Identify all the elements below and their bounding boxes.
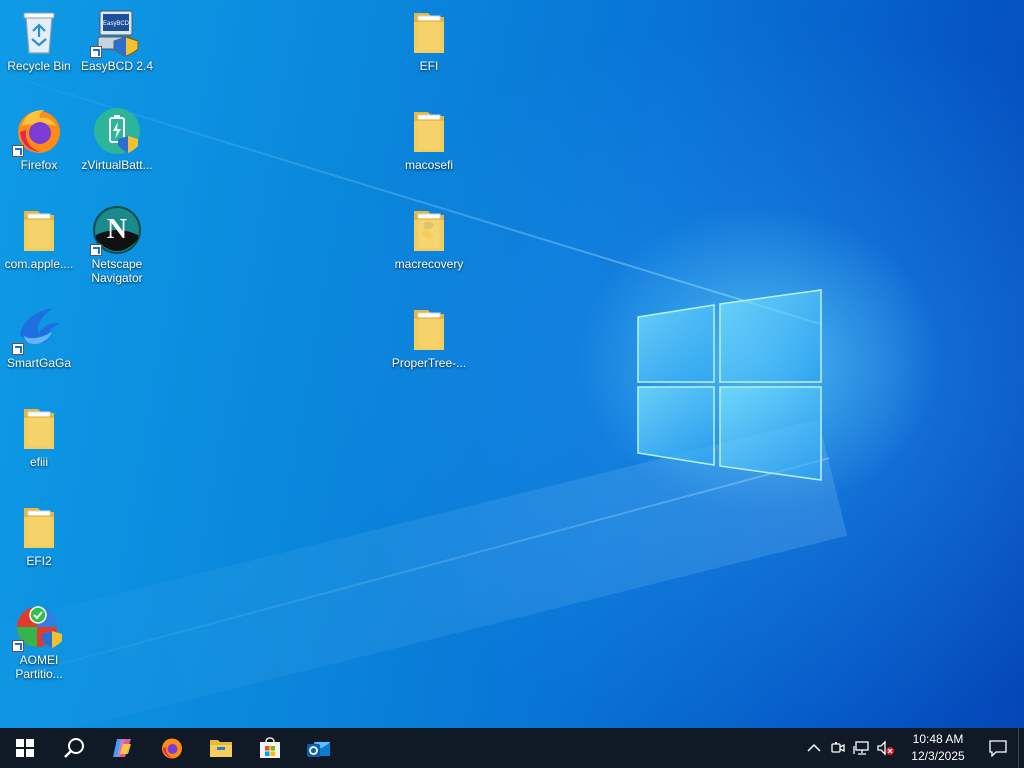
search-button[interactable] xyxy=(49,728,98,768)
desktop-icon-label: Netscape Navigator xyxy=(91,257,143,285)
desktop-icon-label: AOMEI Partitio... xyxy=(15,653,63,681)
desktop-icon-label: Recycle Bin xyxy=(7,59,71,73)
desktop-icon-label: efiii xyxy=(29,455,48,469)
desktop-icon-macrecovery-folder[interactable]: macrecovery xyxy=(391,205,467,271)
desktop-icon-macosefi-folder[interactable]: macosefi xyxy=(391,106,467,172)
windows-wallpaper-logo xyxy=(637,289,822,481)
desktop-icon-label: macrecovery xyxy=(394,257,464,271)
recycle-bin-icon xyxy=(14,7,64,57)
clock-time: 10:48 AM xyxy=(912,732,964,746)
netscape-icon: N xyxy=(90,205,142,256)
battery-app-icon xyxy=(92,106,142,156)
file-explorer-button[interactable] xyxy=(196,728,245,768)
desktop-icon-efi-folder[interactable]: EFI xyxy=(391,7,467,73)
microsoft-store-icon xyxy=(259,737,280,758)
action-center-icon xyxy=(989,740,1007,757)
outlook-icon xyxy=(306,742,330,757)
show-desktop-button[interactable] xyxy=(1018,728,1024,768)
taskbar-firefox-button[interactable] xyxy=(147,728,196,768)
desktop-icon-efiii-folder[interactable]: efiii xyxy=(1,403,77,469)
meet-now-icon xyxy=(831,742,845,753)
microsoft-store-button[interactable] xyxy=(245,728,294,768)
start-button[interactable] xyxy=(0,728,49,768)
firefox-icon xyxy=(12,106,64,157)
copilot-icon xyxy=(112,739,131,757)
volume-muted-icon xyxy=(877,740,894,756)
desktop-icon-label: macosefi xyxy=(404,158,454,172)
easybcd-icon: EasyBCD xyxy=(90,7,142,58)
folder-icon xyxy=(404,7,454,57)
folder-icon xyxy=(14,205,64,255)
desktop-icon-label: Firefox xyxy=(20,158,58,172)
desktop-icon-label: zVirtualBatt... xyxy=(81,158,153,172)
desktop-icon-label: EFI xyxy=(419,59,439,73)
show-hidden-icons-button[interactable] xyxy=(802,728,826,768)
aomei-icon xyxy=(12,601,64,652)
file-explorer-icon xyxy=(209,740,232,757)
clock-button[interactable]: 10:48 AM 12/3/2025 xyxy=(902,731,974,765)
desktop[interactable]: Recycle Bin EasyBCD EasyBCD 2.4 EFI Fire… xyxy=(0,0,1024,728)
clock-date: 12/3/2025 xyxy=(911,749,965,763)
shortcut-arrow-icon xyxy=(90,244,102,256)
desktop-icon-label: ProperTree-... xyxy=(391,356,467,370)
shortcut-arrow-icon xyxy=(12,640,24,652)
volume-button[interactable] xyxy=(874,728,898,768)
desktop-icon-easybcd[interactable]: EasyBCD EasyBCD 2.4 xyxy=(79,7,155,73)
desktop-icon-efi2-folder[interactable]: EFI2 xyxy=(1,502,77,568)
firefox-icon xyxy=(161,738,182,759)
folder-icon xyxy=(404,304,454,354)
system-tray: 10:48 AM 12/3/2025 xyxy=(802,728,1024,768)
copilot-button[interactable] xyxy=(98,728,147,768)
svg-text:EasyBCD: EasyBCD xyxy=(103,21,130,27)
start-icon xyxy=(15,739,34,757)
desktop-icon-recycle-bin[interactable]: Recycle Bin xyxy=(1,7,77,73)
taskbar: 10:48 AM 12/3/2025 xyxy=(0,728,1024,768)
desktop-icon-label: SmartGaGa xyxy=(6,356,72,370)
desktop-icon-label: EasyBCD 2.4 xyxy=(80,59,154,73)
action-center-button[interactable] xyxy=(978,728,1018,768)
desktop-icon-com-apple-folder[interactable]: com.apple.... xyxy=(1,205,77,271)
desktop-icon-zvirtualbattery[interactable]: zVirtualBatt... xyxy=(79,106,155,172)
network-icon xyxy=(853,741,869,755)
desktop-icon-label: EFI2 xyxy=(26,554,52,568)
shortcut-arrow-icon xyxy=(90,46,102,58)
desktop-icon-smartgaga[interactable]: SmartGaGa xyxy=(1,304,77,370)
desktop-icon-propertree-folder[interactable]: ProperTree-... xyxy=(391,304,467,370)
shortcut-arrow-icon xyxy=(12,145,24,157)
meet-now-button[interactable] xyxy=(826,728,850,768)
shortcut-arrow-icon xyxy=(12,343,24,355)
folder-icon xyxy=(404,106,454,156)
desktop-icon-label: com.apple.... xyxy=(4,257,74,271)
folder-icon xyxy=(14,502,64,552)
desktop-icon-netscape-navigator[interactable]: N Netscape Navigator xyxy=(79,205,155,285)
smartgaga-icon xyxy=(12,304,64,355)
light-beam xyxy=(0,457,830,692)
svg-text:N: N xyxy=(107,214,127,245)
chevron-up-icon xyxy=(807,743,821,752)
folder-icon xyxy=(14,403,64,453)
outlook-button[interactable] xyxy=(294,728,343,768)
desktop-icon-firefox[interactable]: Firefox xyxy=(1,106,77,172)
desktop-icon-aomei-partition[interactable]: AOMEI Partitio... xyxy=(1,601,77,681)
search-icon xyxy=(63,738,84,758)
network-button[interactable] xyxy=(850,728,874,768)
folder-icon xyxy=(404,205,454,255)
